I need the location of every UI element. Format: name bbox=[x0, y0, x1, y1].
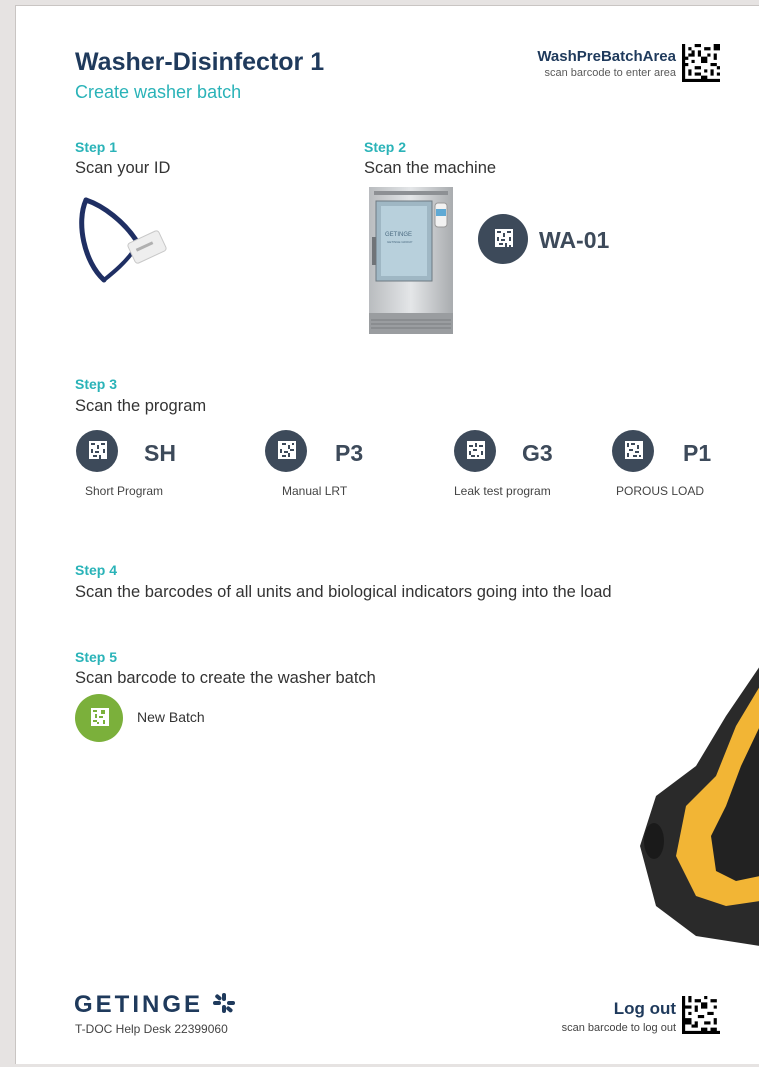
barcode-icon bbox=[276, 441, 296, 461]
area-hint: scan barcode to enter area bbox=[544, 67, 676, 79]
barcode-scanner-image bbox=[640, 667, 759, 946]
brand-name: GETINGE bbox=[74, 991, 204, 1018]
program-code: P3 bbox=[335, 440, 364, 466]
step2-label: Step 2 bbox=[364, 139, 407, 155]
washer-machine-image: GETINGE GETINGE GROUP bbox=[369, 187, 453, 334]
step4-label: Step 4 bbox=[75, 562, 118, 578]
step4-text: Scan the barcodes of all units and biolo… bbox=[75, 583, 612, 601]
barcode-icon bbox=[87, 441, 107, 461]
id-badge-lanyard-icon bbox=[79, 197, 167, 283]
logout-label: Log out bbox=[613, 999, 676, 1018]
area-barcode-icon[interactable] bbox=[682, 44, 720, 82]
instruction-sheet: Washer-Disinfector 1 Create washer batch… bbox=[15, 5, 759, 1064]
step5-text: Scan barcode to create the washer batch bbox=[75, 669, 376, 687]
program-barcode-button[interactable] bbox=[265, 430, 307, 472]
machine-brand: GETINGE bbox=[385, 232, 413, 238]
step3-label: Step 3 bbox=[75, 376, 118, 392]
step3-text: Scan the program bbox=[75, 397, 207, 415]
logout-barcode-icon[interactable] bbox=[682, 996, 720, 1034]
program-name: POROUS LOAD bbox=[616, 484, 705, 498]
machine-barcode-button[interactable] bbox=[478, 214, 528, 264]
barcode-icon bbox=[465, 441, 485, 461]
barcode-icon bbox=[89, 708, 109, 728]
getinge-logo: GETINGE bbox=[74, 991, 237, 1019]
program-barcode-button[interactable] bbox=[76, 430, 118, 472]
logout-hint: scan barcode to log out bbox=[561, 1022, 676, 1034]
program-code: G3 bbox=[522, 440, 553, 466]
barcode-icon bbox=[493, 229, 513, 249]
page-title: Washer-Disinfector 1 bbox=[75, 48, 325, 76]
getinge-star-icon bbox=[213, 993, 236, 1013]
page-subtitle: Create washer batch bbox=[75, 82, 242, 102]
barcode-icon bbox=[623, 441, 643, 461]
program-code: P1 bbox=[683, 440, 712, 466]
machine-brand-sub: GETINGE GROUP bbox=[387, 240, 413, 244]
new-batch-barcode-button[interactable] bbox=[75, 694, 123, 742]
step1-text: Scan your ID bbox=[75, 159, 171, 177]
step1-label: Step 1 bbox=[75, 139, 118, 155]
helpdesk-text: T-DOC Help Desk 22399060 bbox=[75, 1022, 228, 1036]
step5-label: Step 5 bbox=[75, 649, 118, 665]
new-batch-label: New Batch bbox=[137, 709, 205, 725]
program-barcode-button[interactable] bbox=[612, 430, 654, 472]
machine-code: WA-01 bbox=[539, 227, 610, 253]
area-name: WashPreBatchArea bbox=[537, 48, 676, 65]
step2-text: Scan the machine bbox=[364, 159, 497, 177]
program-code: SH bbox=[144, 440, 176, 466]
program-name: Short Program bbox=[85, 484, 164, 498]
program-name: Manual LRT bbox=[282, 484, 348, 498]
program-barcode-button[interactable] bbox=[454, 430, 496, 472]
program-name: Leak test program bbox=[454, 484, 551, 498]
